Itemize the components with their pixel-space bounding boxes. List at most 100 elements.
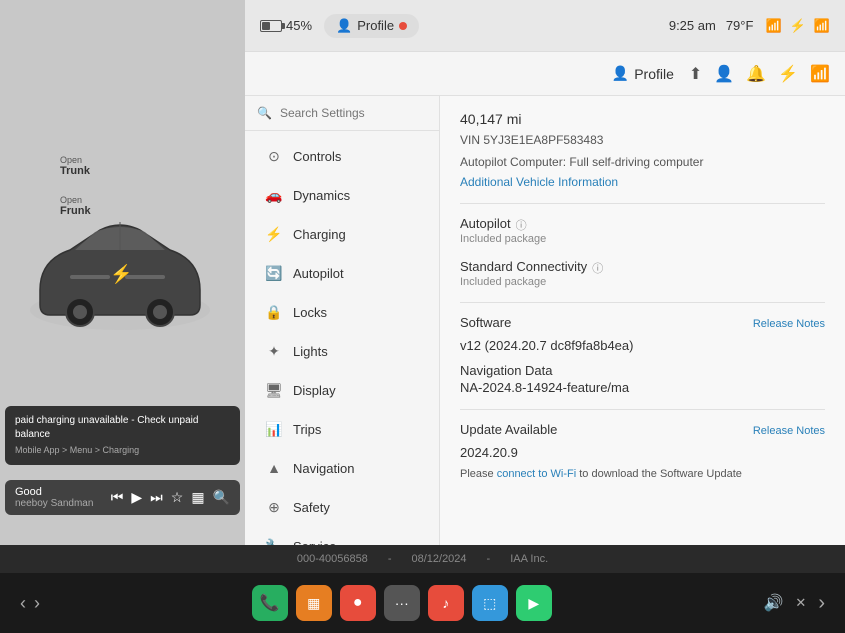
- content-area: 🔍 ⊙ Controls 🚗 Dynamics ⚡ Charging: [245, 96, 845, 545]
- sidebar-item-safety[interactable]: ⊕ Safety: [250, 488, 434, 526]
- profile-label: Profile: [357, 18, 394, 33]
- music-player: Good neeboy Sandman ⏮ ▶ ⏭ ☆ ▦ 🔍: [5, 480, 240, 515]
- sidebar-wrapper: 🔍 ⊙ Controls 🚗 Dynamics ⚡ Charging: [245, 96, 440, 545]
- volume-icon[interactable]: 🔊: [764, 593, 784, 613]
- bell-icon[interactable]: 🔔: [746, 64, 766, 84]
- update-version: 2024.20.9: [460, 445, 825, 460]
- update-available-label: Update Available: [460, 422, 557, 437]
- autopilot-computer-info: Autopilot Computer: Full self-driving co…: [460, 155, 825, 169]
- additional-info-link[interactable]: Additional Vehicle Information: [460, 175, 618, 189]
- charging-warning: paid charging unavailable - Check unpaid…: [5, 406, 240, 465]
- signal2-icon[interactable]: 📶: [810, 64, 830, 84]
- sidebar-item-trips[interactable]: 📊 Trips: [250, 410, 434, 448]
- favorite-button[interactable]: ☆: [171, 489, 184, 506]
- profile-person-icon: 👤: [612, 65, 629, 82]
- locks-label: Locks: [293, 305, 327, 320]
- service-icon: 🔧: [265, 537, 283, 545]
- autopilot-title: Autopilot: [460, 216, 511, 231]
- controls-icon: ⊙: [265, 147, 283, 165]
- video-app-icon[interactable]: ▶: [516, 585, 552, 621]
- sidebar-item-autopilot[interactable]: 🔄 Autopilot: [250, 254, 434, 292]
- signal-icon: 📶: [814, 18, 830, 34]
- artist-name: neeboy Sandman: [15, 498, 105, 509]
- autopilot-label: Autopilot: [293, 266, 344, 281]
- connect-wifi-link[interactable]: connect to Wi-Fi: [497, 468, 576, 480]
- time-temperature: 9:25 am 79°F: [669, 18, 754, 33]
- play-button[interactable]: ▶: [131, 489, 142, 506]
- release-notes-2-link[interactable]: Release Notes: [753, 425, 825, 437]
- release-notes-1-link[interactable]: Release Notes: [753, 318, 825, 330]
- battery-percent: 45%: [286, 18, 312, 33]
- sidebar-item-navigation[interactable]: ▲ Navigation: [250, 449, 434, 487]
- mute-icon: ✕: [795, 595, 806, 611]
- next-track-button[interactable]: ⏭: [150, 489, 163, 506]
- autopilot-info-icon[interactable]: ⓘ: [516, 217, 527, 233]
- sidebar-item-lights[interactable]: ✦ Lights: [250, 332, 434, 370]
- chevron-right-icon[interactable]: ›: [818, 592, 825, 615]
- person-icon: 👤: [336, 18, 352, 34]
- dash-sep2: -: [487, 553, 491, 565]
- autopilot-note: Included package: [460, 233, 825, 245]
- sidebar-item-dynamics[interactable]: 🚗 Dynamics: [250, 176, 434, 214]
- charging-icon: ⚡: [265, 225, 283, 243]
- wifi-notice: Please connect to Wi-Fi to download the …: [460, 468, 825, 480]
- person2-icon[interactable]: 👤: [714, 64, 734, 84]
- taskbar-prev-icon[interactable]: ‹: [20, 593, 26, 614]
- top-bar: 45% 👤 Profile 9:25 am 79°F 📶 ⚡ 📶: [245, 0, 845, 52]
- software-version: v12 (2024.20.7 dc8f9fa8b4ea): [460, 338, 825, 353]
- sidebar-item-display[interactable]: 🖥 Display: [250, 371, 434, 409]
- equalizer-icon: ▦: [191, 489, 204, 506]
- car-illustration: ⚡: [10, 200, 230, 350]
- nav-data-block: Navigation Data NA-2024.8-14924-feature/…: [460, 363, 825, 395]
- second-bar-profile[interactable]: 👤 Profile: [612, 65, 674, 82]
- connectivity-info-icon[interactable]: ⓘ: [592, 260, 603, 276]
- lights-label: Lights: [293, 344, 328, 359]
- connectivity-title: Standard Connectivity: [460, 259, 587, 274]
- vin-display: VIN 5YJ3E1EA8PF583483: [460, 133, 825, 147]
- record-app-icon[interactable]: ●: [340, 585, 376, 621]
- dynamics-label: Dynamics: [293, 188, 350, 203]
- trips-label: Trips: [293, 422, 321, 437]
- taskbar-right: 🔊 ✕ ›: [764, 592, 826, 615]
- taskbar-next-icon[interactable]: ›: [34, 593, 40, 614]
- top-right-icons: 📶 ⚡ 📶: [765, 18, 830, 34]
- autopilot-block: Autopilot ⓘ Included package: [460, 216, 825, 245]
- mileage-display: 40,147 mi: [460, 111, 825, 127]
- prev-track-button[interactable]: ⏮: [111, 489, 124, 506]
- screen-app-icon[interactable]: ⬚: [472, 585, 508, 621]
- search-icon: 🔍: [257, 106, 272, 120]
- search-music-button[interactable]: 🔍: [213, 489, 230, 506]
- car-background: Open Trunk Open Frunk ⚡ pa: [0, 0, 245, 545]
- music-controls[interactable]: ⏮ ▶ ⏭ ☆ ▦ 🔍: [111, 489, 230, 506]
- sidebar-item-charging[interactable]: ⚡ Charging: [250, 215, 434, 253]
- sidebar-item-controls[interactable]: ⊙ Controls: [250, 137, 434, 175]
- profile-button[interactable]: 👤 Profile: [324, 14, 419, 38]
- dynamics-icon: 🚗: [265, 186, 283, 204]
- battery-icon: [260, 20, 282, 32]
- nav-data-label: Navigation Data: [460, 363, 825, 378]
- phone-app-icon[interactable]: 📞: [252, 585, 288, 621]
- second-bar-icons: ⬆ 👤 🔔 ⚡ 📶: [689, 64, 830, 84]
- bluetooth2-icon[interactable]: ⚡: [778, 64, 798, 84]
- navigation-icon: ▲: [265, 459, 283, 477]
- taskbar: ‹ › 📞 ▦ ● ··· ♪ ⬚ ▶ 🔊 ✕ ›: [0, 573, 845, 633]
- svg-text:⚡: ⚡: [110, 263, 132, 285]
- software-section-title: Software: [460, 315, 511, 330]
- music-app-icon[interactable]: ♪: [428, 585, 464, 621]
- sidebar-item-service[interactable]: 🔧 Service: [250, 527, 434, 545]
- battery-area: 45%: [260, 18, 312, 33]
- safety-label: Safety: [293, 500, 330, 515]
- connectivity-note: Included package: [460, 276, 825, 288]
- trunk-label[interactable]: Open Trunk: [60, 155, 90, 177]
- second-bar: 👤 Profile ⬆ 👤 🔔 ⚡ 📶: [245, 52, 845, 96]
- locks-icon: 🔒: [265, 303, 283, 321]
- sidebar-item-locks[interactable]: 🔒 Locks: [250, 293, 434, 331]
- upload-icon[interactable]: ⬆: [689, 64, 702, 84]
- bars-app-icon[interactable]: ▦: [296, 585, 332, 621]
- taskbar-apps: 📞 ▦ ● ··· ♪ ⬚ ▶: [252, 585, 552, 621]
- more-apps-icon[interactable]: ···: [384, 585, 420, 621]
- search-bar[interactable]: 🔍: [245, 96, 439, 131]
- wifi-icon: 📶: [765, 18, 781, 34]
- search-input[interactable]: [280, 106, 427, 120]
- controls-label: Controls: [293, 149, 341, 164]
